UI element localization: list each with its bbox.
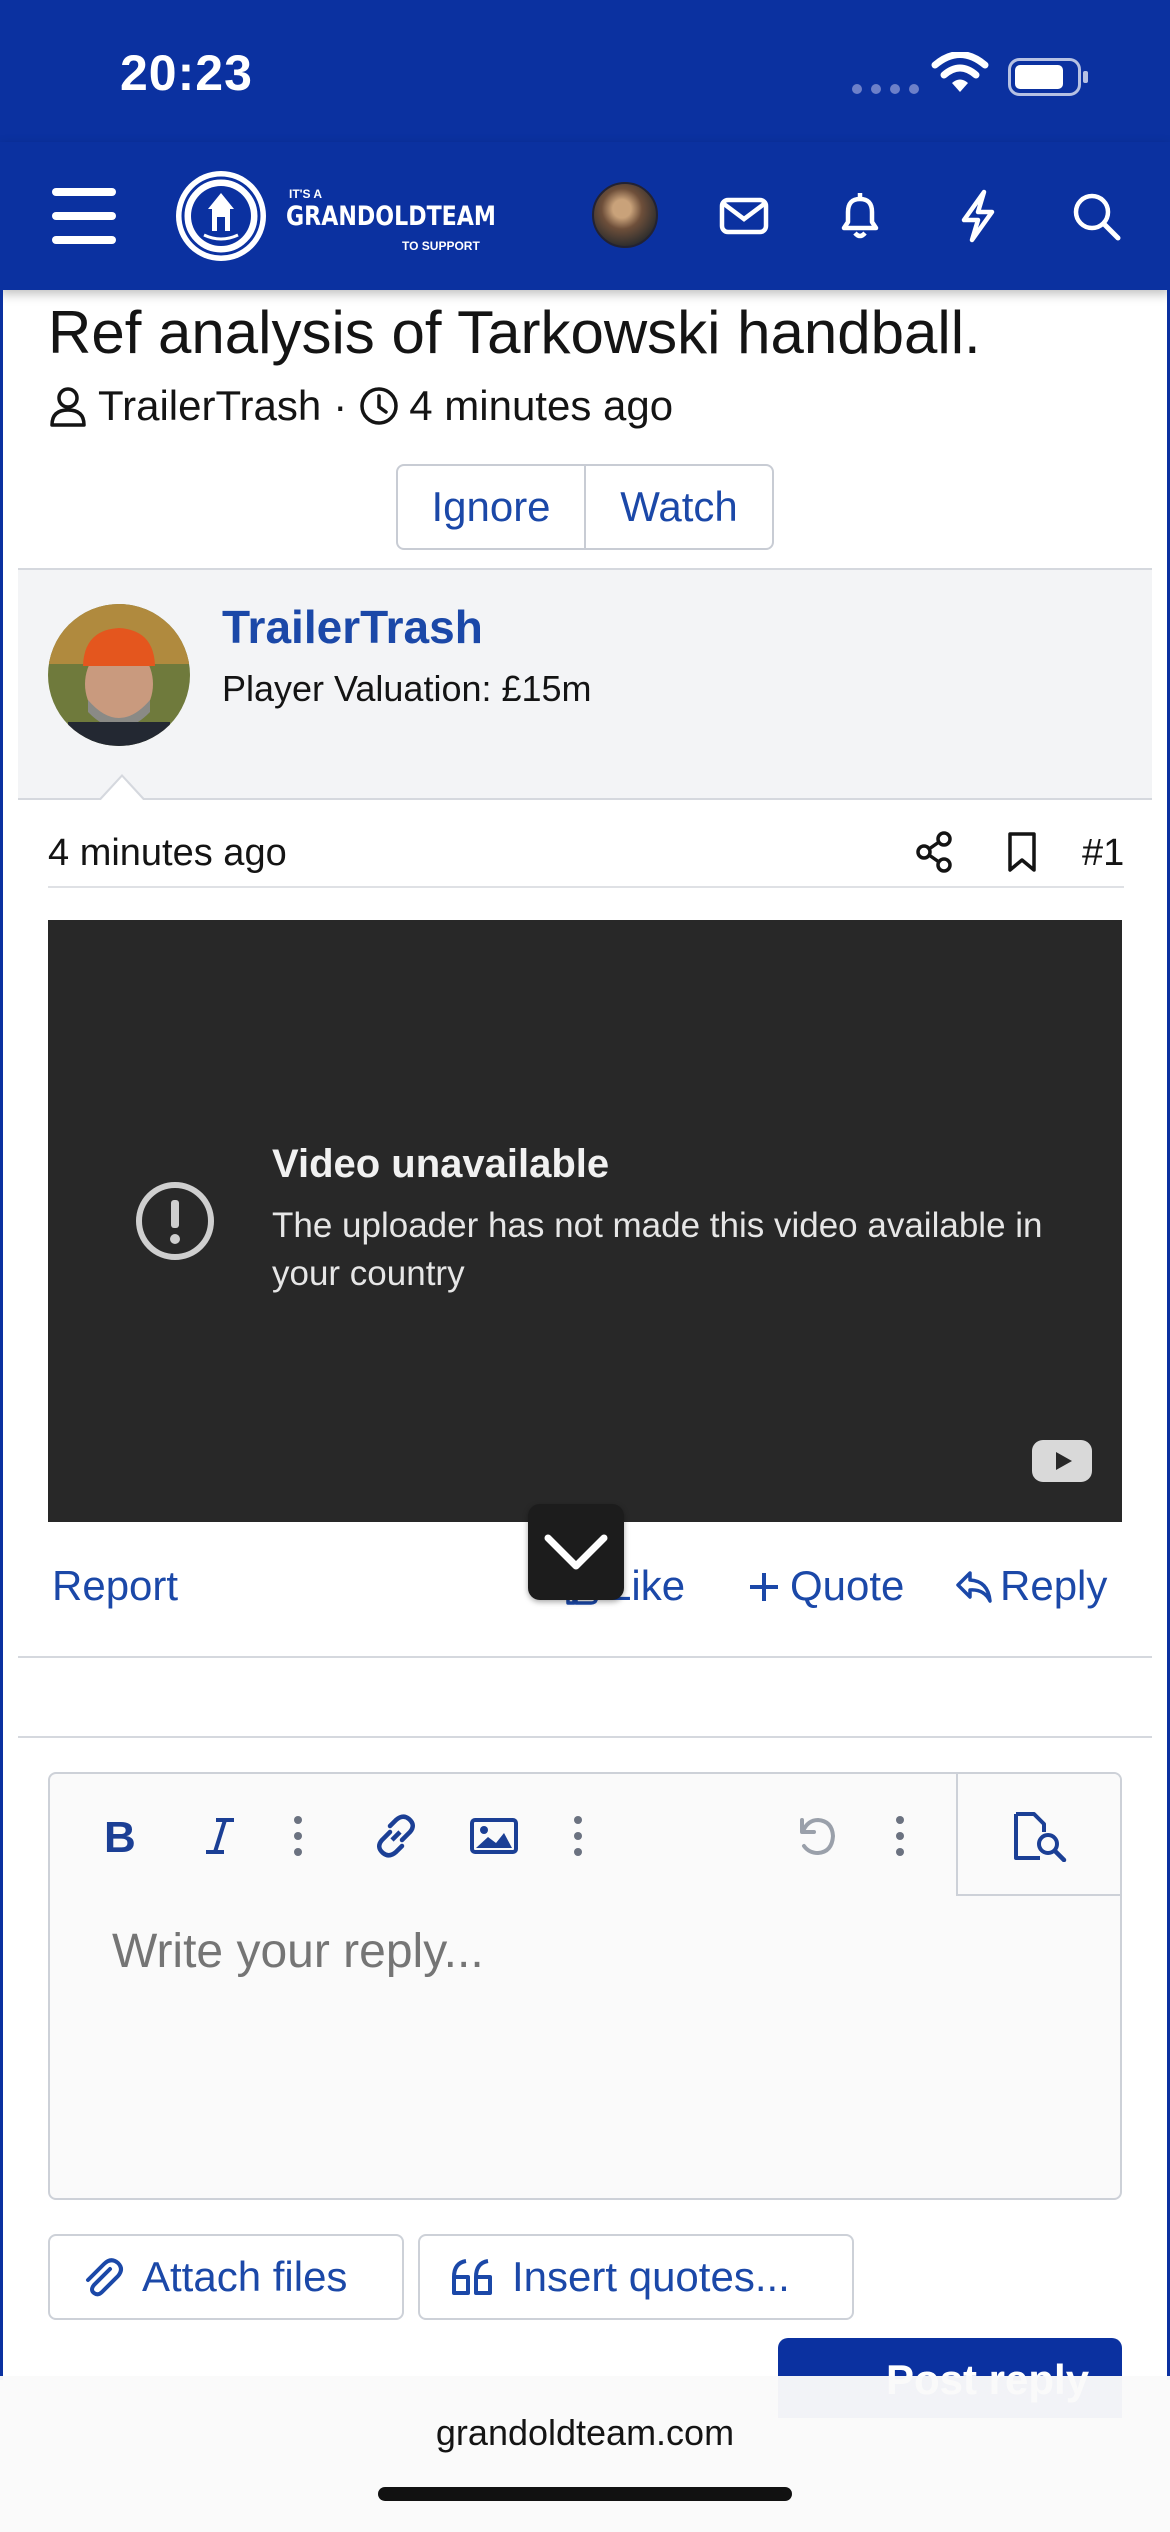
section-divider bbox=[18, 1736, 1152, 1738]
youtube-icon[interactable] bbox=[1032, 1440, 1092, 1482]
thread-actions: Ignore Watch bbox=[396, 464, 774, 550]
more-options-icon[interactable] bbox=[888, 1810, 912, 1862]
share-icon[interactable] bbox=[914, 828, 954, 876]
thread-meta: TrailerTrash · 4 minutes ago bbox=[48, 378, 673, 434]
mail-icon[interactable] bbox=[714, 186, 774, 246]
plus-icon bbox=[750, 1573, 778, 1601]
browser-url[interactable]: grandoldteam.com bbox=[0, 2412, 1170, 2454]
wifi-icon bbox=[931, 52, 989, 92]
post-time[interactable]: 4 minutes ago bbox=[48, 832, 287, 875]
site-header: IT'S A GRANDOLDTEAM TO SUPPORT bbox=[0, 142, 1170, 290]
home-indicator[interactable] bbox=[378, 2487, 792, 2501]
clock-icon bbox=[360, 387, 398, 425]
user-icon bbox=[50, 387, 86, 427]
italic-icon[interactable] bbox=[194, 1810, 246, 1862]
bookmark-icon[interactable] bbox=[1004, 828, 1040, 876]
meta-separator: · bbox=[333, 382, 348, 429]
chevron-down-icon bbox=[544, 1534, 608, 1570]
browser-address-bar[interactable]: grandoldteam.com bbox=[0, 2376, 1170, 2532]
reply-label: Reply bbox=[1000, 1562, 1108, 1609]
insert-quotes-label: Insert quotes... bbox=[512, 2253, 790, 2300]
image-icon[interactable] bbox=[468, 1810, 520, 1862]
post-author-block: TrailerTrash Player Valuation: £15m bbox=[18, 570, 1152, 800]
logo-name: GRANDOLDTEAM bbox=[286, 201, 496, 232]
attach-files-label: Attach files bbox=[142, 2253, 348, 2300]
page-border-left bbox=[0, 290, 3, 2380]
quote-button[interactable]: Quote bbox=[744, 1562, 904, 1610]
report-link[interactable]: Report bbox=[52, 1562, 178, 1610]
thread-author[interactable]: TrailerTrash bbox=[98, 382, 321, 430]
section-divider bbox=[18, 1656, 1152, 1658]
reply-button[interactable]: Reply bbox=[954, 1562, 1107, 1610]
svg-text:B: B bbox=[104, 1813, 136, 1862]
watch-button[interactable]: Watch bbox=[584, 466, 772, 548]
paperclip-icon bbox=[86, 2258, 123, 2297]
battery-icon bbox=[1008, 58, 1088, 96]
thread-title: Ref analysis of Tarkowski handball. bbox=[48, 299, 981, 366]
post-meta-divider bbox=[48, 886, 1124, 888]
crest-icon bbox=[176, 171, 266, 261]
quote-label: Quote bbox=[790, 1562, 905, 1609]
logo-top-text: IT'S A bbox=[289, 187, 323, 201]
cellular-signal-icon bbox=[852, 84, 919, 94]
attach-files-button[interactable]: Attach files bbox=[48, 2234, 404, 2320]
insert-quotes-button[interactable]: Insert quotes... bbox=[418, 2234, 854, 2320]
editor-toolbar: B bbox=[50, 1774, 1120, 1896]
author-avatar[interactable] bbox=[48, 604, 190, 746]
alert-icon bbox=[136, 1182, 214, 1260]
collapse-button[interactable] bbox=[528, 1504, 624, 1600]
post-author-title: Player Valuation: £15m bbox=[222, 668, 592, 709]
preview-icon bbox=[1014, 1812, 1067, 1862]
more-insert-options-icon[interactable] bbox=[566, 1810, 590, 1862]
status-time: 20:23 bbox=[120, 45, 253, 101]
thread-time[interactable]: 4 minutes ago bbox=[409, 382, 673, 430]
site-logo[interactable]: IT'S A GRANDOLDTEAM TO SUPPORT bbox=[174, 169, 496, 263]
search-icon[interactable] bbox=[1066, 186, 1126, 246]
bold-icon[interactable]: B bbox=[94, 1810, 146, 1862]
status-bar: 20:23 bbox=[0, 0, 1170, 142]
preview-button[interactable] bbox=[956, 1774, 1120, 1896]
video-heading: Video unavailable bbox=[272, 1142, 610, 1186]
bell-icon[interactable] bbox=[830, 186, 890, 246]
more-text-options-icon[interactable] bbox=[286, 1810, 310, 1862]
undo-icon[interactable] bbox=[790, 1810, 842, 1862]
author-arrow-inner bbox=[100, 777, 144, 801]
reply-input[interactable] bbox=[112, 1924, 1062, 1979]
account-avatar[interactable] bbox=[592, 182, 658, 248]
video-message: The uploader has not made this video ava… bbox=[272, 1206, 1043, 1293]
post-number[interactable]: #1 bbox=[1082, 832, 1124, 875]
reply-icon bbox=[956, 1571, 992, 1603]
logo-bottom-text: TO SUPPORT bbox=[402, 239, 480, 253]
link-icon[interactable] bbox=[370, 1810, 422, 1862]
post-author-name[interactable]: TrailerTrash bbox=[222, 600, 483, 654]
menu-icon[interactable] bbox=[52, 188, 116, 244]
reply-editor: B bbox=[48, 1772, 1122, 2200]
lightning-icon[interactable] bbox=[948, 186, 1008, 246]
post-meta: 4 minutes ago #1 bbox=[48, 828, 1124, 888]
video-embed[interactable]: Video unavailable The uploader has not m… bbox=[48, 920, 1122, 1522]
ignore-button[interactable]: Ignore bbox=[398, 466, 584, 548]
quote-marks-icon bbox=[452, 2259, 492, 2295]
